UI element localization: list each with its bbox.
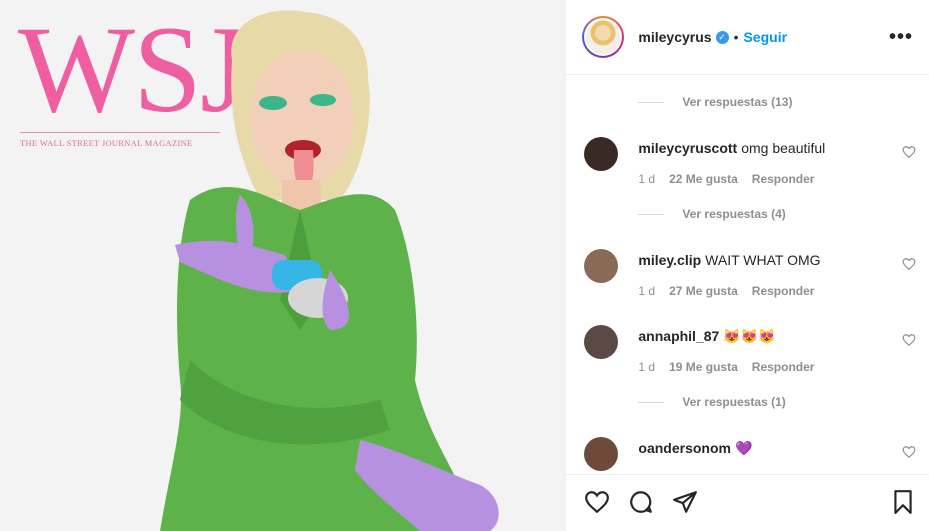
instagram-post: WSJ. THE WALL STREET JOURNAL MAGAZINE mi… bbox=[0, 0, 929, 531]
bookmark-icon[interactable] bbox=[890, 489, 916, 515]
view-replies-button[interactable]: Ver respuestas (1) bbox=[638, 395, 786, 409]
avatar[interactable] bbox=[582, 16, 625, 58]
eye-makeup-right bbox=[310, 94, 336, 106]
heart-icon[interactable] bbox=[902, 445, 916, 459]
reply-button[interactable]: Responder bbox=[752, 360, 815, 374]
comment-likes[interactable]: 22 Me gusta bbox=[669, 172, 738, 186]
eye-makeup-left bbox=[259, 96, 287, 110]
comment-username[interactable]: annaphil_87 bbox=[638, 328, 719, 344]
heart-icon[interactable] bbox=[902, 257, 916, 271]
comment-username[interactable]: oandersonom bbox=[638, 440, 731, 456]
heart-icon[interactable] bbox=[902, 333, 916, 347]
post-header: mileycyrus ✓ • Seguir ••• bbox=[566, 0, 929, 75]
comment-time: 1 d bbox=[638, 172, 656, 186]
share-icon[interactable] bbox=[672, 489, 698, 515]
post-actions-bar bbox=[566, 474, 929, 531]
comment-text: WAIT WHAT OMG bbox=[705, 252, 821, 268]
comment-avatar[interactable] bbox=[584, 325, 619, 359]
comment-time: 1 d bbox=[638, 360, 656, 374]
view-replies-button[interactable]: Ver respuestas (13) bbox=[638, 95, 792, 109]
reply-button[interactable]: Responder bbox=[752, 172, 815, 186]
comment-likes[interactable]: 19 Me gusta bbox=[669, 360, 738, 374]
cover-photo-illustration bbox=[160, 10, 499, 531]
comment-avatar[interactable] bbox=[584, 249, 619, 283]
post-author-username[interactable]: mileycyrus bbox=[638, 29, 711, 45]
comment-username[interactable]: mileycyruscott bbox=[638, 140, 737, 156]
comment-avatar[interactable] bbox=[584, 137, 619, 171]
comment-text: 😻😻😻 bbox=[723, 328, 776, 344]
heart-icon[interactable] bbox=[584, 489, 610, 515]
avatar-image bbox=[586, 20, 621, 54]
comment-time: 1 d bbox=[638, 284, 656, 298]
comment-text: omg beautiful bbox=[741, 140, 826, 156]
reply-button[interactable]: Responder bbox=[752, 284, 815, 298]
comment-icon[interactable] bbox=[628, 489, 654, 515]
heart-icon[interactable] bbox=[902, 145, 916, 159]
comment-text: 💜 bbox=[734, 440, 753, 456]
post-sidebar: mileycyrus ✓ • Seguir ••• Ver respuestas… bbox=[565, 0, 929, 531]
header-separator: • bbox=[733, 29, 739, 45]
verified-badge-icon: ✓ bbox=[715, 30, 729, 44]
comments-list: Ver respuestas (13) mileycyruscott omg be… bbox=[566, 75, 929, 474]
follow-button[interactable]: Seguir bbox=[743, 29, 787, 45]
more-options-icon[interactable]: ••• bbox=[889, 26, 913, 49]
view-replies-button[interactable]: Ver respuestas (4) bbox=[638, 207, 786, 221]
post-image[interactable]: WSJ. THE WALL STREET JOURNAL MAGAZINE bbox=[0, 0, 566, 531]
comment-avatar[interactable] bbox=[584, 437, 619, 471]
comment-likes[interactable]: 27 Me gusta bbox=[669, 284, 738, 298]
comment-username[interactable]: miley.clip bbox=[638, 252, 701, 268]
